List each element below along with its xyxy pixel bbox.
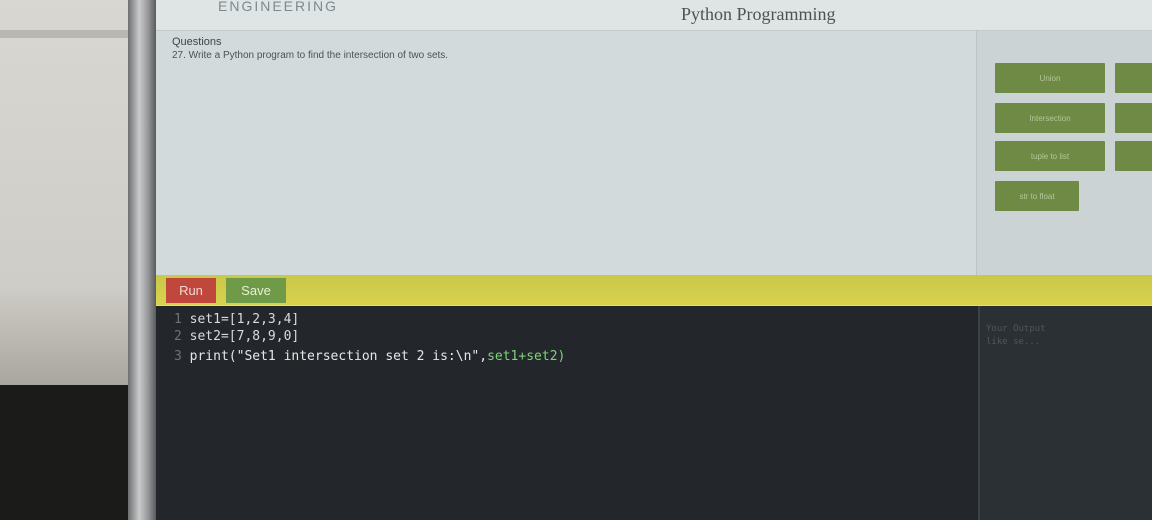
- run-button[interactable]: Run: [166, 278, 216, 303]
- code-editor[interactable]: 1 set1=[1,2,3,4] 2 set2=[7,8,9,0] 3 prin…: [156, 306, 978, 520]
- code-line-1: 1 set1=[1,2,3,4]: [174, 312, 299, 327]
- page-title: Python Programming: [681, 4, 836, 24]
- app-window: ENGINEERING Python Programming Questions…: [156, 0, 1152, 520]
- output-hint: like se...: [986, 337, 1041, 347]
- editor-toolbar: Run Save: [156, 275, 1152, 305]
- questions-heading: Questions: [172, 36, 222, 48]
- code-line-2: 2 set2=[7,8,9,0]: [174, 329, 299, 344]
- code-text-vars: set1+set2): [487, 349, 566, 364]
- snippet-sidebar: Union Intersection tuple to list str to …: [976, 31, 1152, 288]
- line-number: 1: [174, 312, 182, 327]
- output-panel: Your Output like se...: [978, 306, 1152, 520]
- brand-logo-text: ENGINEERING: [218, 0, 339, 14]
- question-text: 27. Write a Python program to find the i…: [172, 50, 449, 61]
- line-number: 3: [174, 349, 182, 364]
- sidebar-button-partial[interactable]: [1115, 63, 1152, 93]
- tuple-to-list-button[interactable]: tuple to list: [995, 141, 1105, 171]
- code-line-3: 3 print("Set1 intersection set 2 is:\n",…: [174, 349, 565, 364]
- monitor-bezel: [128, 0, 156, 520]
- question-panel: Questions 27. Write a Python program to …: [156, 31, 976, 276]
- output-hint: Your Output: [986, 324, 1046, 334]
- line-number: 2: [174, 329, 182, 344]
- save-button[interactable]: Save: [226, 278, 286, 303]
- shelf: [0, 30, 140, 38]
- union-button[interactable]: Union: [995, 63, 1105, 93]
- intersection-button[interactable]: Intersection: [995, 103, 1105, 133]
- str-to-float-button[interactable]: str to float: [995, 181, 1079, 211]
- code-text: set1=[1,2,3,4]: [189, 312, 300, 327]
- sidebar-button-partial[interactable]: [1115, 141, 1152, 171]
- code-text: print("Set1 intersection set 2 is:\n",: [189, 349, 488, 364]
- code-text: set2=[7,8,9,0]: [189, 329, 300, 344]
- header-bar: ENGINEERING Python Programming: [156, 0, 1152, 31]
- sidebar-button-partial[interactable]: [1115, 103, 1152, 133]
